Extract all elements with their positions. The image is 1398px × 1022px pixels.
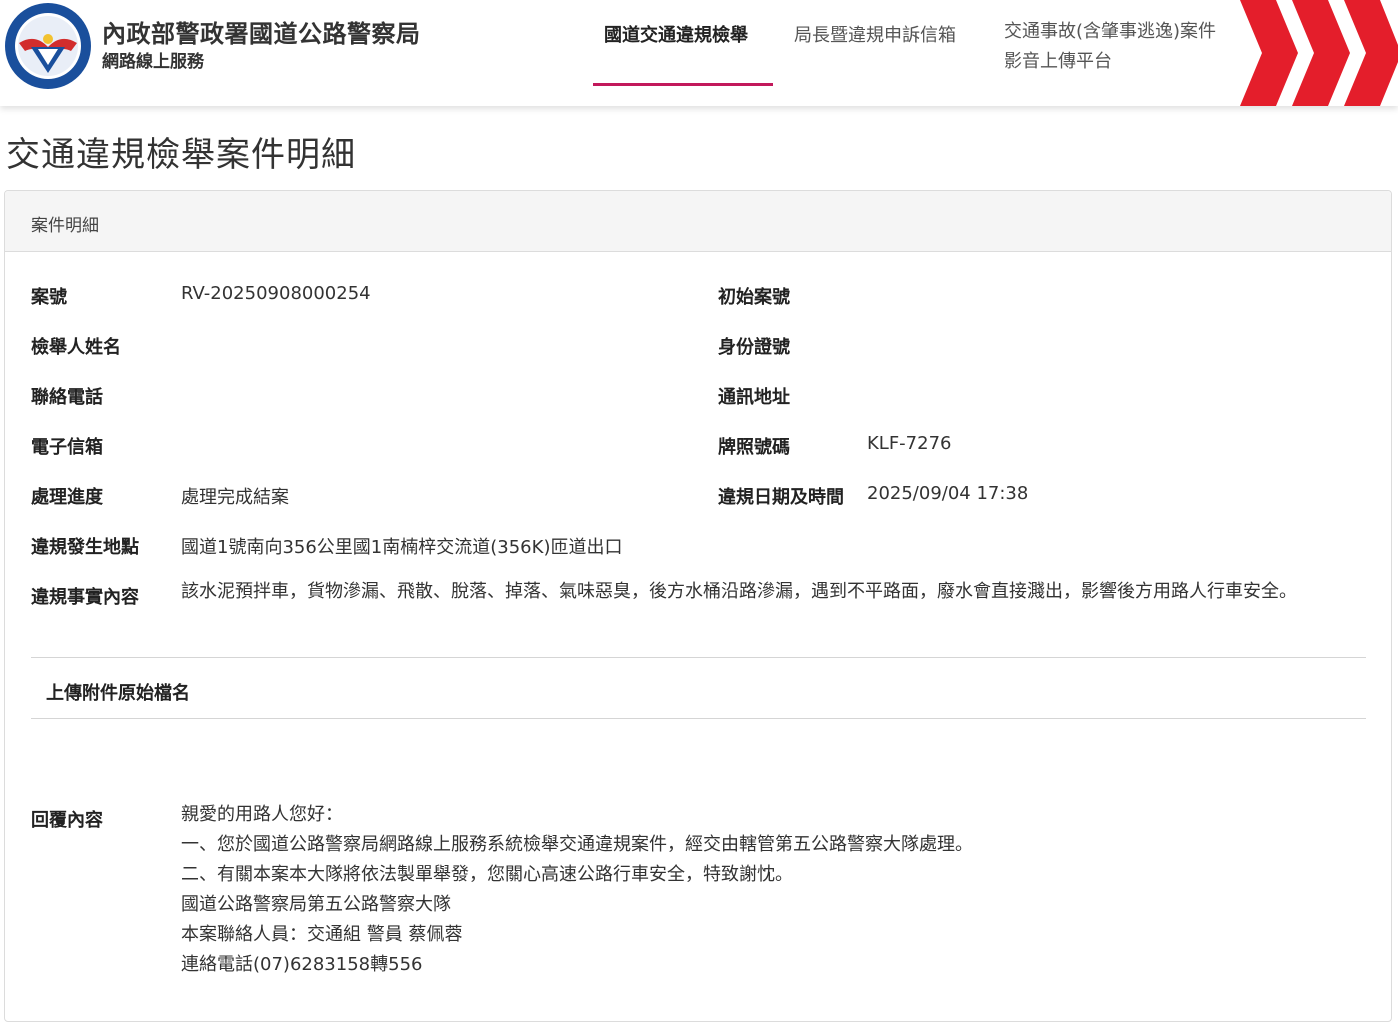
violation-datetime-label: 違規日期及時間 <box>718 487 844 508</box>
divider <box>31 657 1366 658</box>
reply-line: 國道公路警察局第五公路警察大隊 <box>181 894 451 915</box>
nav-tab-traffic-violation-report[interactable]: 國道交通違規檢舉 <box>604 21 748 47</box>
card-header-title: 案件明細 <box>31 216 99 236</box>
nav-tab-label: 局長暨違規申訴信箱 <box>794 25 956 46</box>
nav-tab-label: 國道交通違規檢舉 <box>604 25 748 46</box>
reply-line: 親愛的用路人您好： <box>181 804 343 825</box>
facts-value: 該水泥預拌車，貨物滲漏、飛散、脫落、掉落、氣味惡臭，後方水桶沿路滲漏，遇到不平路… <box>181 581 1297 602</box>
nav-tab-accident-video-upload[interactable]: 交通事故(含肇事逃逸)案件 影音上傳平台 <box>1004 17 1216 77</box>
location-label: 違規發生地點 <box>31 537 139 558</box>
case-detail-card: 案件明細 案號 RV-20250908000254 初始案號 檢舉人姓名 身份證… <box>4 190 1392 1022</box>
reply-line: 連絡電話(07)6283158轉556 <box>181 954 423 975</box>
chevron-decoration-icon <box>1240 0 1398 106</box>
initial-case-no-label: 初始案號 <box>718 287 790 308</box>
org-subtitle: 網路線上服務 <box>102 52 204 72</box>
reply-line: 本案聯絡人員：交通組 警員 蔡佩蓉 <box>181 924 463 945</box>
nav-tab-director-mailbox[interactable]: 局長暨違規申訴信箱 <box>794 21 956 47</box>
location-value: 國道1號南向356公里國1南楠梓交流道(356K)匝道出口 <box>181 537 623 558</box>
card-header: 案件明細 <box>5 191 1391 252</box>
progress-value: 處理完成結案 <box>181 487 289 508</box>
plate-label: 牌照號碼 <box>718 437 790 458</box>
phone-label: 聯絡電話 <box>31 387 103 408</box>
active-tab-indicator <box>593 83 773 86</box>
email-label: 電子信箱 <box>31 437 103 458</box>
divider <box>31 718 1366 719</box>
reply-line: 二、有關本案本大隊將依法製單舉發，您關心高速公路行車安全，特致謝忱。 <box>181 864 793 885</box>
progress-label: 處理進度 <box>31 487 103 508</box>
attachments-label: 上傳附件原始檔名 <box>46 683 190 704</box>
reporter-name-label: 檢舉人姓名 <box>31 337 121 358</box>
page-title: 交通違規檢舉案件明細 <box>6 135 356 175</box>
nav-tab-label-line1: 交通事故(含肇事逃逸)案件 <box>1004 21 1217 42</box>
facts-label: 違規事實內容 <box>31 587 139 608</box>
police-emblem-icon[interactable] <box>5 3 91 89</box>
org-title: 內政部警政署國道公路警察局 <box>102 20 421 48</box>
address-label: 通訊地址 <box>718 387 790 408</box>
reply-label: 回覆內容 <box>31 810 103 831</box>
id-no-label: 身份證號 <box>718 337 790 358</box>
reply-content: 親愛的用路人您好： 一、您於國道公路警察局網路線上服務系統檢舉交通違規案件，經交… <box>181 800 973 980</box>
reply-line: 一、您於國道公路警察局網路線上服務系統檢舉交通違規案件，經交由轄管第五公路警察大… <box>181 834 973 855</box>
plate-value: KLF-7276 <box>867 433 952 454</box>
site-header: 內政部警政署國道公路警察局 網路線上服務 國道交通違規檢舉 局長暨違規申訴信箱 … <box>0 0 1398 106</box>
nav-tab-label-line2: 影音上傳平台 <box>1004 51 1112 72</box>
case-no-value: RV-20250908000254 <box>181 283 371 304</box>
case-no-label: 案號 <box>31 287 67 308</box>
violation-datetime-value: 2025/09/04 17:38 <box>867 483 1029 504</box>
